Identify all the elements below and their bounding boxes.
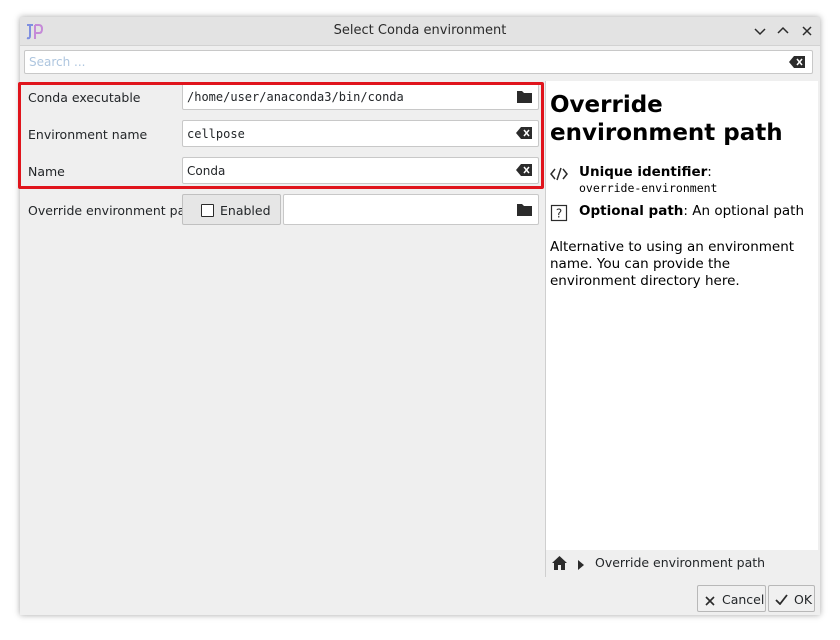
search-input[interactable] — [27, 54, 791, 70]
name-label: Name — [28, 164, 65, 179]
enabled-label: Enabled — [220, 203, 271, 218]
documentation-panel: Override environment path Unique identif… — [546, 81, 818, 550]
ok-button[interactable]: OK — [768, 585, 815, 612]
environment-name-value: cellpose — [187, 127, 245, 141]
doc-title: Override environment path — [550, 92, 783, 146]
question-icon: ? — [550, 204, 568, 222]
conda-executable-value: /home/user/anaconda3/bin/conda — [187, 90, 404, 104]
window-title: Select Conda environment — [333, 23, 507, 38]
optional-path-desc: : An optional path — [683, 203, 805, 219]
breadcrumb: Override environment path — [546, 550, 818, 576]
unique-identifier-value: override-environment — [579, 181, 718, 195]
svg-text:?: ? — [556, 207, 562, 221]
override-path-field[interactable] — [283, 194, 539, 225]
x-icon — [705, 594, 715, 609]
breadcrumb-current[interactable]: Override environment path — [595, 555, 765, 570]
chevron-right-icon — [577, 558, 585, 573]
folder-icon[interactable] — [517, 203, 532, 219]
cancel-button[interactable]: Cancel — [697, 585, 766, 612]
title-bar: Select Conda environment — [20, 17, 820, 46]
ok-label: OK — [794, 592, 813, 607]
cancel-label: Cancel — [722, 592, 765, 607]
name-value: Conda — [187, 164, 226, 178]
close-icon[interactable] — [799, 23, 815, 39]
unique-identifier-label: Unique identifier — [579, 164, 708, 180]
enabled-checkbox[interactable] — [201, 204, 214, 217]
clear-text-icon[interactable] — [516, 127, 532, 142]
environment-name-label: Environment name — [28, 127, 148, 142]
code-icon — [550, 165, 568, 183]
minimize-icon[interactable] — [752, 23, 768, 39]
optional-path-label: Optional path — [579, 203, 684, 219]
name-field[interactable]: Conda — [182, 157, 539, 184]
override-path-label: Override environment path — [28, 203, 199, 218]
conda-executable-label: Conda executable — [28, 90, 141, 105]
doc-description: Alternative to using an environment name… — [550, 239, 795, 289]
enabled-toggle-button[interactable]: Enabled — [182, 194, 281, 225]
maximize-icon[interactable] — [775, 23, 791, 39]
checkmark-icon — [775, 593, 788, 608]
search-box — [24, 50, 813, 74]
home-icon[interactable] — [552, 556, 567, 573]
dialog-window: Select Conda environment Conda executabl… — [18, 17, 820, 615]
clear-text-icon[interactable] — [789, 56, 807, 70]
environment-name-field[interactable]: cellpose — [182, 120, 539, 147]
folder-icon[interactable] — [517, 90, 532, 106]
conda-executable-field[interactable]: /home/user/anaconda3/bin/conda — [182, 83, 539, 110]
clear-text-icon[interactable] — [516, 164, 532, 179]
